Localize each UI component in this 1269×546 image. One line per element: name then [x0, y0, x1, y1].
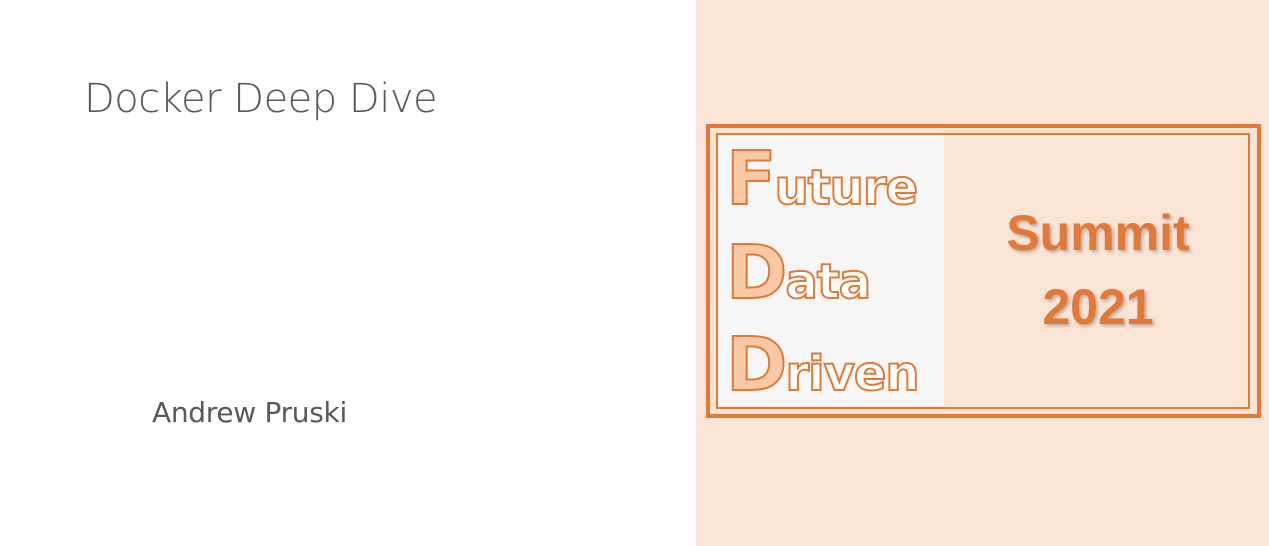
logo-summit-year: 2021 — [1042, 279, 1154, 335]
logo-word-rest: riven — [784, 346, 920, 402]
logo-initial: D — [725, 230, 788, 316]
logo-word-future: Future — [725, 141, 920, 217]
slide-title: Docker Deep Dive — [84, 76, 438, 122]
logo-word-data: Data — [725, 235, 872, 311]
slide-author: Andrew Pruski — [152, 396, 347, 429]
logo-word-rest: uture — [774, 160, 920, 216]
logo-initial: D — [725, 322, 788, 408]
logo-summit-label: Summit — [1006, 205, 1190, 261]
logo-word-driven: Driven — [725, 327, 921, 403]
logo-word-rest: ata — [784, 254, 872, 310]
logo-initial: F — [725, 136, 778, 222]
slide: Docker Deep Dive Andrew Pruski Future Da… — [0, 0, 1269, 546]
